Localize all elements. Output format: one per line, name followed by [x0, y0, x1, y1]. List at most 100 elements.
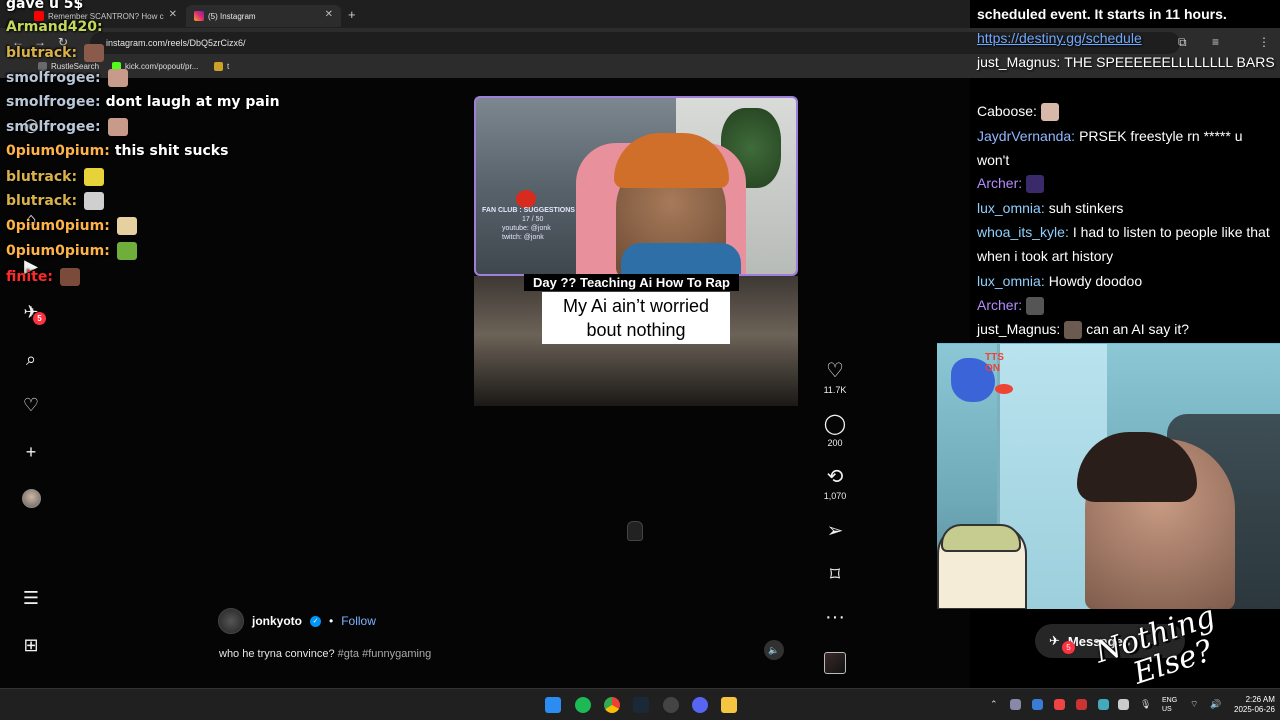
network-icon[interactable]: ⌔: [1190, 699, 1198, 710]
tray-app-icon[interactable]: [1032, 699, 1043, 710]
post-caption: who he tryna convince? #gta #funnygaming: [219, 648, 431, 660]
comment-button[interactable]: ◯ 200: [820, 413, 850, 448]
windows-taskbar: ⌃ 🎙 ENG US ⌔ 🔊 2:26 AM 2025-06-26: [0, 688, 1280, 720]
streamer-shirt: [621, 243, 741, 274]
chat-username: blutrack:: [6, 169, 78, 185]
chat-username: 0pium0pium:: [6, 243, 110, 259]
windows-start-icon[interactable]: [545, 697, 561, 713]
reel-video[interactable]: FAN CLUB : SUGGESTIONS 17 / 50 youtube: …: [474, 96, 798, 674]
chat-line: smolfrogee:: [6, 118, 128, 136]
chat-username: just_Magnus:: [977, 321, 1061, 337]
chat-line: 0pium0pium:: [6, 242, 137, 260]
like-button[interactable]: ♡ 11.7K: [820, 360, 850, 395]
fan-club-count: 17 / 50: [522, 216, 544, 223]
obs-icon[interactable]: [663, 697, 679, 713]
tab-title: (5) Instagram: [208, 11, 256, 21]
steam-icon[interactable]: [633, 697, 649, 713]
emote-icon: [1040, 103, 1059, 122]
reel-caption: My Ai ain’t worried bout nothing: [542, 292, 730, 344]
instagram-icon: [194, 11, 204, 21]
chat-line: 0pium0pium: this shit sucks: [6, 143, 228, 159]
right-chat-overlay: scheduled event. It starts in 11 hours. …: [972, 0, 1280, 342]
tts-mark: [995, 384, 1013, 394]
chrome-icon[interactable]: [604, 697, 620, 713]
tray-app-icon[interactable]: [1076, 699, 1087, 710]
system-clock[interactable]: 2:26 AM 2025-06-26: [1234, 695, 1275, 715]
bookmark-icon: ⌑: [829, 564, 841, 586]
share-button[interactable]: ➢: [820, 520, 850, 542]
browser-tabstrip: Remember SCANTRON? How c ✕ (5) Instagram…: [0, 0, 970, 28]
chat-username: Archer:: [977, 297, 1023, 313]
audio-thumbnail[interactable]: [824, 652, 846, 674]
chat-username: whoa_its_kyle:: [977, 224, 1069, 240]
chat-username: lux_omnia:: [977, 273, 1045, 289]
file-explorer-icon[interactable]: [721, 697, 737, 713]
repost-button[interactable]: ⟲ 1,070: [820, 466, 850, 501]
save-button[interactable]: ⌑: [820, 564, 850, 586]
volume-icon[interactable]: 🔊: [1210, 699, 1221, 710]
search-icon[interactable]: ⌕: [20, 348, 42, 370]
emote-icon: [59, 268, 80, 286]
emote-icon: [84, 192, 105, 210]
fan-club-panel: FAN CLUB : SUGGESTIONS 17 / 50 youtube: …: [482, 206, 592, 242]
discord-icon[interactable]: [692, 697, 708, 713]
fan-club-youtube: youtube: @jonk: [502, 225, 551, 232]
chat-message: suh stinkers: [1048, 200, 1124, 216]
clock-date: 2025-06-26: [1234, 705, 1275, 714]
chat-line: scheduled event. It starts in 11 hours.: [977, 2, 1275, 26]
microphone-icon[interactable]: 🎙: [1140, 699, 1151, 710]
emote-icon: [1026, 175, 1045, 194]
chat-username: Archer:: [977, 175, 1023, 191]
new-tab-button[interactable]: +: [348, 7, 356, 22]
lang-line: ENG: [1162, 697, 1178, 704]
separator-dot: •: [329, 614, 334, 628]
close-tab-icon[interactable]: ✕: [169, 9, 177, 20]
repost-count: 1,070: [823, 491, 847, 501]
more-button[interactable]: ···: [820, 606, 850, 628]
chat-message: this shit sucks: [114, 143, 229, 159]
repost-icon: ⟲: [826, 466, 844, 488]
heart-icon[interactable]: ♡: [20, 394, 42, 416]
create-icon[interactable]: +: [20, 441, 42, 463]
apps-icon[interactable]: ⊞: [20, 634, 42, 656]
volume-icon[interactable]: 🔈: [764, 640, 784, 660]
chat-line: smolfrogee: dont laugh at my pain: [6, 94, 280, 110]
emote-icon: [116, 242, 137, 260]
emote-icon: [1026, 297, 1045, 316]
chat-username: Caboose:: [977, 103, 1037, 119]
tray-app-icon[interactable]: [1118, 699, 1129, 710]
chat-line: smolfrogee:: [6, 69, 128, 87]
comment-count: 200: [827, 438, 843, 448]
spotify-icon[interactable]: [575, 697, 591, 713]
post-author: jonkyoto ✓ • Follow: [218, 608, 376, 634]
menu-icon[interactable]: ☰: [20, 587, 42, 609]
chat-username: Armand420:: [6, 19, 103, 35]
chat-message: Howdy doodoo: [1048, 273, 1143, 289]
tray-app-icon[interactable]: [1054, 699, 1065, 710]
chat-link[interactable]: https://destiny.gg/schedule: [977, 30, 1142, 46]
hashtags[interactable]: #gta #funnygaming: [338, 648, 432, 660]
chat-username: lux_omnia:: [977, 200, 1045, 216]
author-avatar[interactable]: [218, 608, 244, 634]
close-tab-icon[interactable]: ✕: [325, 9, 333, 20]
profile-avatar[interactable]: [22, 489, 41, 508]
author-name[interactable]: jonkyoto: [252, 614, 302, 628]
chat-username: just_Magnus:: [977, 54, 1061, 70]
tray-app-icon[interactable]: [1098, 699, 1109, 710]
chat-line: Armand420:: [6, 19, 108, 35]
tray-app-icon[interactable]: [1010, 699, 1021, 710]
schedule-link[interactable]: https://destiny.gg/schedule: [977, 26, 1275, 50]
clock-time: 2:26 AM: [1245, 695, 1275, 704]
chat-username: smolfrogee:: [6, 94, 101, 110]
follow-button[interactable]: Follow: [341, 614, 376, 628]
language-indicator[interactable]: ENG US: [1162, 696, 1177, 714]
chat-line: Archer:: [977, 293, 1275, 317]
tray-chevron-icon[interactable]: ⌃: [990, 699, 998, 710]
cartoon-dog-hat: [941, 524, 1021, 552]
chat-line: lux_omnia: Howdy doodoo: [977, 269, 1275, 293]
bookmark-item[interactable]: t: [214, 62, 229, 71]
chat-line: blutrack:: [6, 168, 105, 186]
tab-instagram[interactable]: (5) Instagram ✕: [186, 5, 341, 27]
chat-line: blutrack:: [6, 44, 105, 62]
like-count: 11.7K: [823, 385, 847, 395]
